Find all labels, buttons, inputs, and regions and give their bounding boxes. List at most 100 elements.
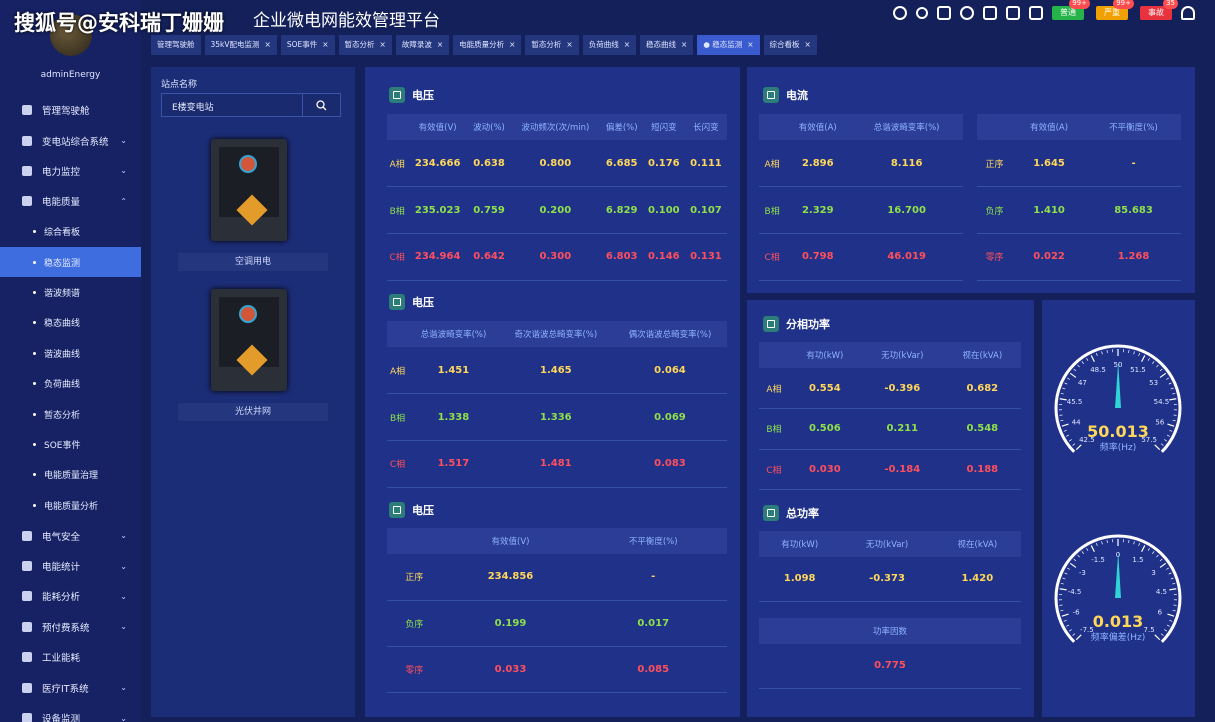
search-icon: [316, 99, 327, 110]
sidebar-item[interactable]: 稳态曲线: [0, 308, 141, 338]
cell-value: 235.023: [407, 186, 468, 234]
power-icon: [763, 316, 779, 332]
username: adminEnergy: [40, 70, 101, 80]
gauge-tick: [1061, 613, 1069, 617]
gauge-tick-label: -1.5: [1091, 556, 1105, 564]
tab[interactable]: 综合看板 ×: [763, 35, 817, 55]
cell-value: 8.116: [850, 140, 963, 188]
gauge-tick: [1060, 392, 1064, 395]
sidebar-item[interactable]: 能耗分析 ⌄: [0, 581, 141, 611]
refresh-icon[interactable]: [960, 6, 974, 20]
power-factor-label: 功率因数: [759, 618, 1021, 644]
cell-value: 0.506: [788, 408, 861, 450]
close-icon[interactable]: ×: [681, 40, 687, 49]
table-row: C相 0.030 -0.184 0.188: [759, 449, 1021, 490]
gauge-tick: [1073, 558, 1077, 562]
close-icon[interactable]: ×: [265, 40, 271, 49]
cell-value: 0.548: [943, 408, 1021, 450]
user-icon[interactable]: [1181, 6, 1195, 20]
sidebar-item[interactable]: 暂态分析: [0, 399, 141, 429]
device-image[interactable]: [211, 139, 287, 241]
gauge-tick: [1059, 398, 1067, 401]
sidebar-item[interactable]: 变电站综合系统 ⌄: [0, 125, 141, 155]
tab[interactable]: 35kV配电监测 ×: [204, 35, 277, 55]
gauge-value: 50.013: [1087, 422, 1149, 441]
fullscreen-icon[interactable]: [983, 6, 997, 20]
tab[interactable]: 故障录波 ×: [395, 35, 450, 55]
sidebar-item[interactable]: 电能统计 ⌄: [0, 551, 141, 581]
sidebar-item[interactable]: 负荷曲线: [0, 369, 141, 399]
sidebar-item[interactable]: 电力监控 ⌄: [0, 156, 141, 186]
gauge-tick: [1095, 353, 1098, 357]
gauge-tick: [1147, 357, 1150, 361]
close-icon[interactable]: ×: [805, 40, 811, 49]
table-header-row: 有效值(A) 总谐波畸变率(%): [759, 114, 963, 140]
sidebar-item[interactable]: 谐波频谱: [0, 277, 141, 307]
gauge-tick: [1170, 577, 1174, 580]
theme-icon[interactable]: [1029, 6, 1043, 20]
close-icon[interactable]: ×: [509, 40, 515, 49]
alarm-badge[interactable]: 严重 99+: [1096, 0, 1134, 20]
mute-icon[interactable]: [937, 6, 951, 20]
sidebar-item[interactable]: 电能质量 ⌃: [0, 186, 141, 216]
sidebar-item-label: SOE事件: [44, 440, 81, 451]
sidebar-item[interactable]: 综合看板: [0, 217, 141, 247]
gauge-tick: [1059, 588, 1067, 591]
device-image[interactable]: [211, 289, 287, 391]
gauge-tick-label: 47: [1078, 379, 1087, 387]
sidebar-item-label: 谐波曲线: [44, 349, 81, 360]
row-label: C相: [759, 233, 786, 281]
sidebar-item[interactable]: 医疗IT系统 ⌄: [0, 672, 141, 702]
cell-value: 0.682: [943, 368, 1021, 409]
phase-power-header: 分相功率: [763, 316, 830, 332]
table-header-row: 有功(kW) 无功(kVar) 视在(kVA): [759, 531, 1021, 557]
tab[interactable]: 负荷曲线 ×: [582, 35, 637, 55]
row-label: 正序: [387, 554, 442, 601]
sidebar-item[interactable]: 管理驾驶舱: [0, 95, 141, 125]
tab[interactable]: 暂态分析 ×: [338, 35, 392, 55]
sidebar-item[interactable]: 谐波曲线: [0, 338, 141, 368]
row-label: B相: [387, 186, 408, 234]
tab[interactable]: SOE事件 ×: [280, 35, 335, 55]
close-icon[interactable]: ×: [380, 40, 386, 49]
close-icon[interactable]: ×: [624, 40, 630, 49]
close-icon[interactable]: ×: [566, 40, 572, 49]
station-select[interactable]: E楼变电站: [161, 93, 341, 117]
tab[interactable]: ● 稳态监测 ×: [697, 35, 760, 55]
sidebar-item[interactable]: 电气安全 ⌄: [0, 520, 141, 550]
row-label: 零序: [387, 646, 442, 694]
gauge-tick: [1169, 429, 1173, 432]
tab[interactable]: 电能质量分析 ×: [453, 35, 522, 55]
sidebar-item[interactable]: 工业能耗: [0, 642, 141, 672]
gauge-tick-label: 44: [1072, 419, 1081, 427]
sidebar-item-label: 变电站综合系统: [42, 136, 109, 148]
voltage1-header: 电压: [389, 87, 434, 103]
sidebar-item[interactable]: 设备监测 ⌄: [0, 703, 141, 722]
app-title: 企业微电网能效管理平台: [253, 11, 440, 31]
sidebar-item[interactable]: 电能质量治理: [0, 460, 141, 490]
sidebar-item[interactable]: 预付费系统 ⌄: [0, 612, 141, 642]
translate-icon[interactable]: [1006, 6, 1020, 20]
tab[interactable]: 暂态分析 ×: [525, 35, 579, 55]
close-icon[interactable]: ×: [437, 40, 443, 49]
sidebar-item[interactable]: 电能质量分析: [0, 490, 141, 520]
alarm-badge[interactable]: 事故 35: [1140, 0, 1178, 20]
close-icon[interactable]: ×: [747, 40, 753, 49]
column-header: 不平衡度(%): [1086, 114, 1181, 140]
gauge-tick: [1169, 588, 1177, 591]
help-icon[interactable]: [893, 6, 907, 20]
close-icon[interactable]: ×: [322, 40, 328, 49]
tab[interactable]: 稳态曲线 ×: [640, 35, 694, 55]
sidebar-item-label: 电力监控: [42, 166, 81, 178]
tab[interactable]: 管理驾驶舱: [151, 35, 201, 55]
column-header: 有功(kW): [788, 342, 861, 368]
sidebar-item[interactable]: SOE事件: [0, 429, 141, 459]
sidebar-item[interactable]: 稳态监测: [0, 246, 141, 278]
frequency-gauge: 42.54445.54748.55051.55354.55657.550.013…: [1054, 344, 1182, 453]
device-label[interactable]: 空调用电: [178, 253, 328, 271]
device-label[interactable]: 光伏并网: [178, 403, 328, 421]
alarm-badge[interactable]: 普通 99+: [1052, 0, 1090, 20]
search-icon[interactable]: [916, 7, 928, 19]
station-search-button[interactable]: [302, 94, 340, 116]
bullet-icon: [33, 412, 36, 416]
